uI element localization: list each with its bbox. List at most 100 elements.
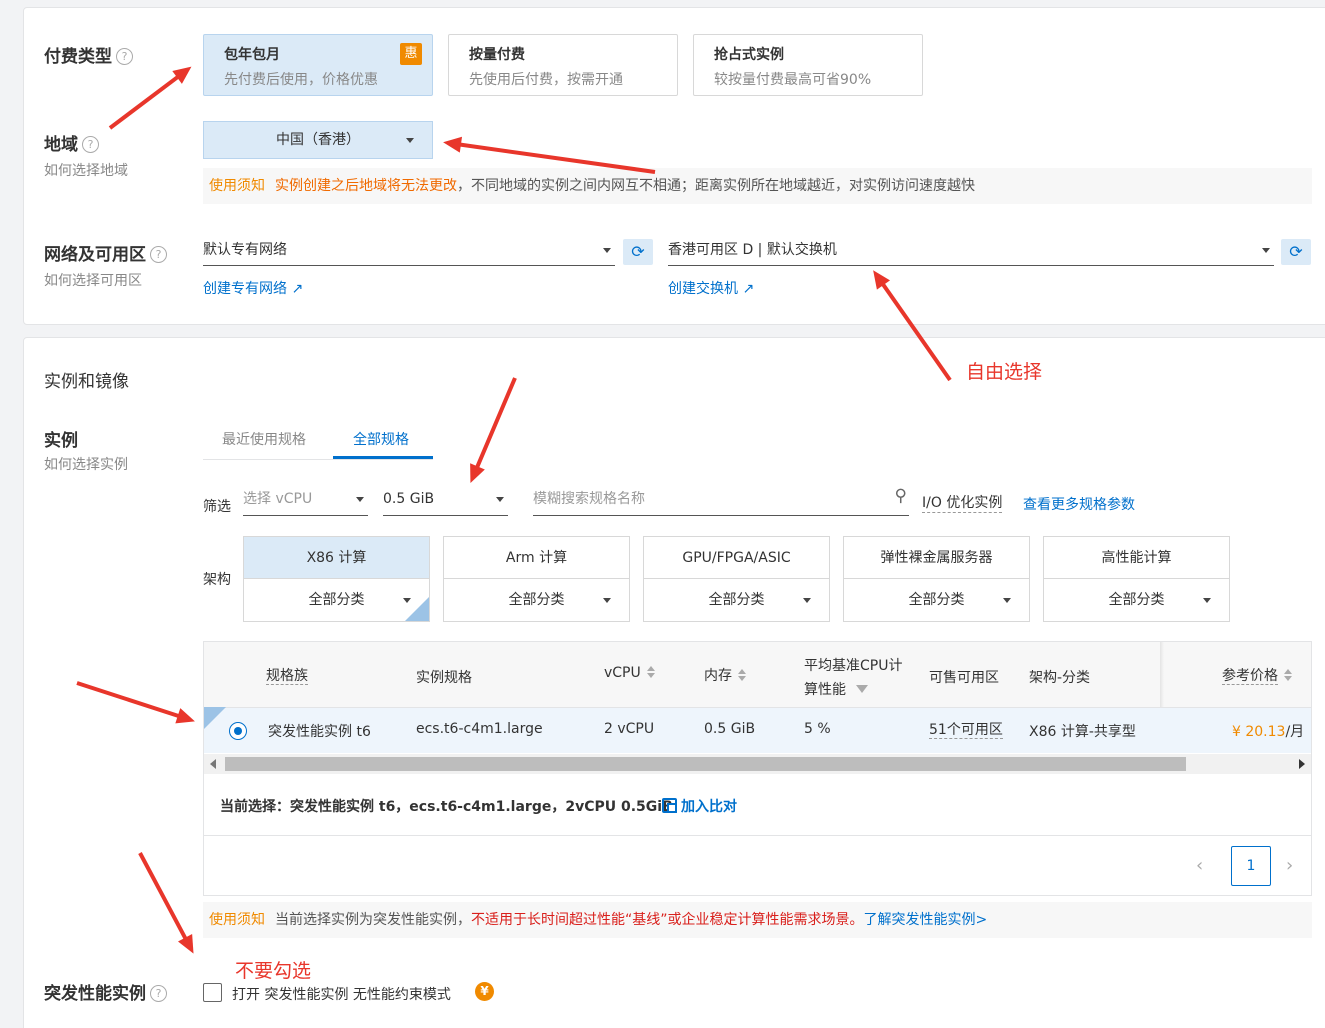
help-icon[interactable]: ? <box>116 48 133 65</box>
arch-category-value: 全部分类 <box>908 592 965 608</box>
cell-price: ¥ 20.13/月 <box>1232 721 1304 741</box>
region-select[interactable]: 中国（香港） <box>203 121 433 159</box>
header-family-text: 规格族 <box>266 668 308 685</box>
vpc-select[interactable]: 默认专有网络 <box>203 238 615 266</box>
notice-text: 当前选择实例为突发性能实例， <box>275 912 471 928</box>
unlimited-mode-checkbox[interactable] <box>203 983 222 1002</box>
tab-all-specs[interactable]: 全部规格 <box>353 429 409 449</box>
refresh-icon[interactable]: ⟳ <box>1281 239 1311 265</box>
help-icon[interactable]: ? <box>150 985 167 1002</box>
cell-cpu-baseline: 5 % <box>804 721 831 737</box>
search-icon[interactable]: ⚲ <box>895 486 907 506</box>
tab-recent-specs[interactable]: 最近使用规格 <box>222 429 306 449</box>
instance-help-link[interactable]: 如何选择实例 <box>44 454 128 474</box>
chevron-down-icon <box>1262 248 1270 253</box>
billing-option-pay-as-you-go[interactable]: 按量付费 先使用后付费，按需开通 <box>448 34 678 96</box>
burst-label: 突发性能实例? <box>44 979 167 1004</box>
arch-category-select[interactable]: 全部分类 <box>644 579 829 621</box>
next-page-icon[interactable]: › <box>1286 855 1293 876</box>
arch-category-select[interactable]: 全部分类 <box>1044 579 1229 621</box>
header-arch: 架构-分类 <box>1029 670 1091 686</box>
create-vswitch-link[interactable]: 创建交换机 ↗ <box>668 278 754 298</box>
sort-icon[interactable] <box>646 666 655 678</box>
chevron-down-icon <box>1203 598 1211 603</box>
sort-icon[interactable] <box>738 669 746 681</box>
arch-card-hpc[interactable]: 高性能计算 全部分类 <box>1043 536 1230 622</box>
billing-option-desc: 先付费后使用，价格优惠 <box>224 72 378 88</box>
discount-badge: 惠 <box>400 43 422 65</box>
add-compare-button[interactable]: 加入比对 <box>662 796 737 816</box>
header-cpu-baseline-line2: 算性能 <box>804 682 846 698</box>
memory-select[interactable]: 0.5 GiB <box>383 488 508 516</box>
expand-icon[interactable] <box>204 707 226 729</box>
region-help-link[interactable]: 如何选择地域 <box>44 160 128 180</box>
network-label: 网络及可用区? <box>44 240 167 265</box>
arch-card-bare-metal[interactable]: 弹性裸金属服务器 全部分类 <box>843 536 1030 622</box>
add-compare-text: 加入比对 <box>681 799 737 815</box>
spec-search-input[interactable]: 模糊搜索规格名称 ⚲ <box>533 486 909 516</box>
filter-label: 筛选 <box>203 499 231 515</box>
more-spec-params-link[interactable]: 查看更多规格参数 <box>1023 494 1135 514</box>
vcpu-select[interactable]: 选择 vCPU <box>243 488 368 516</box>
annotation-free-choice: 自由选择 <box>966 361 1043 383</box>
arch-category-select[interactable]: 全部分类 <box>444 579 629 621</box>
cell-memory: 0.5 GiB <box>704 721 756 737</box>
horizontal-scrollbar[interactable] <box>204 754 1311 774</box>
memory-select-value: 0.5 GiB <box>383 491 435 507</box>
help-icon[interactable]: ? <box>82 136 99 153</box>
header-vcpu[interactable]: vCPU <box>604 665 655 681</box>
row-radio[interactable] <box>229 722 247 740</box>
scrollbar-thumb[interactable] <box>225 757 1186 771</box>
billing-option-title: 抢占式实例 <box>714 47 784 63</box>
arch-card-title: 高性能计算 <box>1044 537 1229 579</box>
zone-select[interactable]: 香港可用区 D | 默认交换机 <box>668 238 1274 266</box>
cell-spec: ecs.t6-c4m1.large <box>416 721 543 737</box>
create-vpc-link-text: 创建专有网络 <box>203 281 287 297</box>
billing-label: 付费类型? <box>44 42 133 67</box>
arch-category-select[interactable]: 全部分类 <box>844 579 1029 621</box>
help-icon[interactable]: ? <box>150 246 167 263</box>
arch-label: 架构 <box>203 572 231 588</box>
create-vpc-link[interactable]: 创建专有网络 ↗ <box>203 278 303 298</box>
io-optimized-label: I/O 优化实例 <box>922 495 1003 511</box>
billing-label-text: 付费类型 <box>44 47 112 67</box>
zone-select-value: 香港可用区 D | 默认交换机 <box>668 242 837 258</box>
header-cpu-baseline: 平均基准CPU计 算性能 <box>804 654 902 702</box>
billing-option-subscription[interactable]: 包年包月 先付费后使用，价格优惠 惠 <box>203 34 433 96</box>
current-selection-value: 突发性能实例 t6，ecs.t6-c4m1.large，2vCPU 0.5GiB <box>290 799 673 815</box>
prev-page-icon[interactable]: ‹ <box>1196 855 1203 876</box>
header-memory[interactable]: 内存 <box>704 665 746 685</box>
billing-option-desc: 较按量付费最高可省90% <box>714 72 872 88</box>
compare-icon <box>662 798 677 813</box>
chevron-down-icon <box>496 497 504 502</box>
table-divider <box>204 835 1311 836</box>
header-price[interactable]: 参考价格 <box>1222 665 1292 685</box>
filter-icon[interactable] <box>856 685 869 693</box>
create-vswitch-link-text: 创建交换机 <box>668 281 738 297</box>
arch-category-select[interactable]: 全部分类 <box>244 579 429 621</box>
billing-option-desc: 先使用后付费，按需开通 <box>469 72 623 88</box>
scroll-left-icon[interactable] <box>210 759 216 769</box>
sort-icon[interactable] <box>1284 669 1292 681</box>
region-label: 地域? <box>44 130 99 155</box>
header-price-text: 参考价格 <box>1222 668 1278 685</box>
arch-card-gpu[interactable]: GPU/FPGA/ASIC 全部分类 <box>643 536 830 622</box>
refresh-icon[interactable]: ⟳ <box>623 239 653 265</box>
arch-card-title: 弹性裸金属服务器 <box>844 537 1029 579</box>
network-help-link[interactable]: 如何选择可用区 <box>44 270 142 290</box>
external-link-icon: ↗ <box>291 281 304 297</box>
io-optimized-filter[interactable]: I/O 优化实例 <box>922 492 1003 513</box>
unlimited-mode-label[interactable]: 打开 突发性能实例 无性能约束模式 <box>232 984 451 1004</box>
arch-card-arm[interactable]: Arm 计算 全部分类 <box>443 536 630 622</box>
scroll-right-icon[interactable] <box>1299 759 1305 769</box>
cell-price-unit: /月 <box>1285 724 1305 740</box>
cell-zones[interactable]: 51个可用区 <box>929 719 1003 739</box>
chevron-down-icon <box>803 598 811 603</box>
arch-category-value: 全部分类 <box>508 592 565 608</box>
page-number[interactable]: 1 <box>1231 846 1271 886</box>
chevron-down-icon <box>603 598 611 603</box>
cell-price-value: ¥ 20.13 <box>1232 724 1286 740</box>
arch-card-x86[interactable]: X86 计算 全部分类 <box>243 536 430 622</box>
learn-burst-link[interactable]: 了解突发性能实例> <box>864 912 988 928</box>
billing-option-spot[interactable]: 抢占式实例 较按量付费最高可省90% <box>693 34 923 96</box>
